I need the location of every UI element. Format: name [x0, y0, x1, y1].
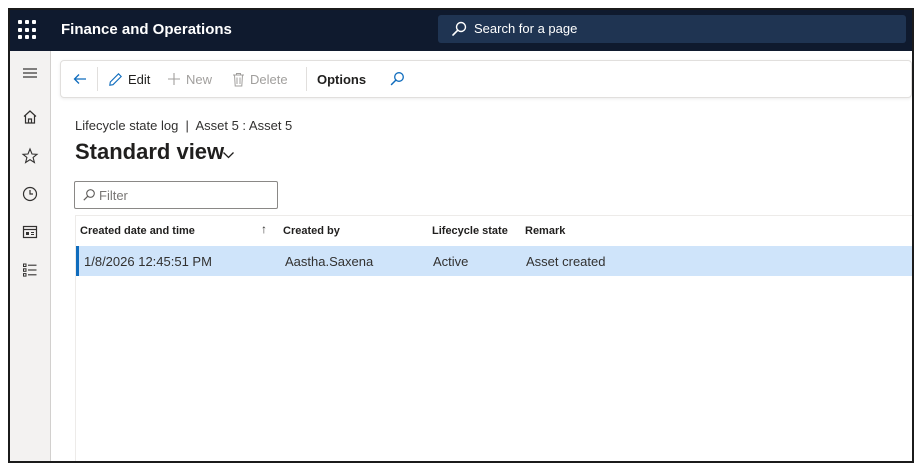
sort-ascending-icon[interactable]: ↑	[261, 222, 267, 236]
data-grid: Created date and time ↑ Created by Lifec…	[75, 215, 912, 461]
cell-created-date[interactable]: 1/8/2026 12:45:51 PM	[84, 254, 212, 269]
cell-remark[interactable]: Asset created	[526, 254, 606, 269]
workspaces-icon[interactable]	[21, 223, 39, 241]
cell-created-by[interactable]: Aastha.Saxena	[285, 254, 373, 269]
back-arrow-icon[interactable]	[72, 71, 88, 87]
hamburger-menu-icon[interactable]	[21, 64, 39, 82]
options-tab[interactable]: Options	[317, 61, 366, 97]
grid-header: Created date and time ↑ Created by Lifec…	[76, 216, 912, 247]
column-header-lifecycle-state[interactable]: Lifecycle state	[432, 225, 508, 237]
column-header-created-by[interactable]: Created by	[283, 225, 340, 237]
options-label: Options	[317, 71, 367, 87]
trash-icon	[233, 72, 244, 86]
cell-lifecycle-state[interactable]: Active	[433, 254, 468, 269]
app-launcher-icon[interactable]	[18, 20, 38, 40]
search-icon[interactable]	[389, 71, 405, 87]
app-title[interactable]: Finance and Operations	[61, 21, 232, 38]
filter-search-icon	[83, 189, 95, 201]
edit-label: Edit	[128, 71, 151, 87]
app-window: Finance and Operations Search for a page	[8, 8, 914, 463]
view-selector[interactable]: Standard view	[75, 139, 224, 165]
edit-button[interactable]: Edit	[108, 61, 150, 97]
page-search-box[interactable]: Search for a page	[438, 15, 906, 43]
toolbar-divider	[97, 67, 98, 91]
column-header-created-date[interactable]: Created date and time	[80, 225, 195, 237]
favorites-star-icon[interactable]	[21, 147, 39, 165]
plus-icon	[168, 73, 180, 85]
recent-clock-icon[interactable]	[21, 185, 39, 203]
search-placeholder: Search for a page	[474, 21, 578, 36]
action-pane: Edit New Delete Options	[60, 60, 912, 98]
filter-input[interactable]: Filter	[74, 181, 278, 209]
pencil-icon	[109, 72, 122, 86]
navigation-rail	[10, 51, 51, 461]
column-header-remark[interactable]: Remark	[525, 225, 565, 237]
new-button[interactable]: New	[167, 61, 212, 97]
new-label: New	[186, 71, 213, 87]
delete-label: Delete	[250, 71, 288, 87]
modules-list-icon[interactable]	[21, 261, 39, 279]
chevron-down-icon[interactable]	[222, 151, 235, 160]
home-icon[interactable]	[21, 108, 39, 126]
filter-placeholder: Filter	[99, 188, 128, 203]
search-icon	[452, 21, 467, 36]
breadcrumb: Lifecycle state log | Asset 5 : Asset 5	[75, 118, 293, 133]
table-row[interactable]: 1/8/2026 12:45:51 PM Aastha.Saxena Activ…	[76, 246, 912, 276]
top-bar: Finance and Operations Search for a page	[10, 10, 912, 51]
delete-button[interactable]: Delete	[232, 61, 288, 97]
toolbar-divider	[306, 67, 307, 91]
page-content: Edit New Delete Options Lifecycle state …	[51, 51, 912, 461]
